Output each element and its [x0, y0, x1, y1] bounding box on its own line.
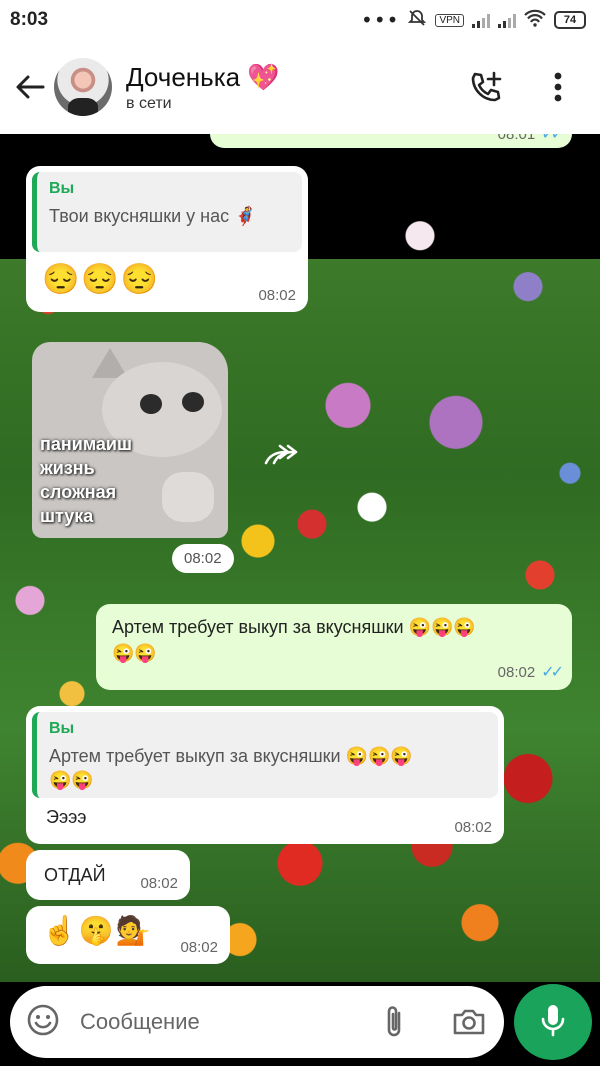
message-input[interactable]	[80, 1009, 350, 1035]
message-incoming[interactable]: ☝️🤫💁 08:02	[26, 906, 230, 964]
battery-icon: 74	[554, 11, 586, 29]
read-checks-icon: ✓✓	[541, 134, 564, 143]
contact-name: Доченька 💖	[126, 62, 280, 92]
quote-author: Вы	[49, 180, 75, 197]
contact-status: в сети	[126, 95, 172, 112]
read-checks-icon: ✓✓	[541, 664, 564, 681]
quote-text: Твои вкусняшки у нас 🦸	[49, 206, 257, 226]
message-time: 08:02	[180, 939, 218, 956]
message-text: Ээээ	[46, 807, 87, 827]
status-time: 8:03	[10, 9, 49, 30]
message-time: 08:01	[497, 134, 536, 143]
sticker-image[interactable]: панимаиш жизнь сложная штука	[32, 342, 228, 538]
signal-icon	[498, 12, 516, 28]
message-incoming-reply[interactable]: Вы Твои вкусняшки у нас 🦸 😔😔😔 08:02	[26, 166, 308, 312]
message-outgoing-partial[interactable]: 08:01 ✓✓	[210, 134, 572, 148]
message-input-bar	[0, 982, 600, 1066]
mic-icon	[538, 1002, 568, 1042]
quote-author: Вы	[49, 720, 75, 737]
status-icons: ••• VPN 74	[361, 8, 586, 32]
message-text: Артем требует выкуп за вкусняшки 😜😜😜 😜😜	[112, 617, 476, 663]
message-incoming[interactable]: ОТДАЙ 08:02	[26, 850, 190, 900]
wifi-icon	[524, 9, 546, 31]
contact-info[interactable]: Доченька 💖 в сети	[126, 61, 280, 113]
back-arrow-icon[interactable]	[10, 67, 50, 107]
avatar[interactable]	[54, 58, 112, 116]
forward-icon[interactable]	[262, 440, 302, 470]
quoted-message[interactable]: Вы Артем требует выкуп за вкусняшки 😜😜😜 …	[32, 712, 498, 798]
quote-text: Артем требует выкуп за вкусняшки 😜😜😜 😜😜	[49, 746, 413, 790]
message-outgoing[interactable]: Артем требует выкуп за вкусняшки 😜😜😜 😜😜 …	[96, 604, 572, 690]
sticker-time: 08:02	[172, 544, 234, 573]
camera-icon[interactable]	[450, 1004, 488, 1040]
heart-emoji: 💖	[247, 62, 280, 92]
message-composer[interactable]	[10, 986, 504, 1058]
signal-icon	[472, 12, 490, 28]
message-time: 08:02	[140, 875, 178, 892]
add-call-icon[interactable]	[468, 69, 504, 105]
mic-button[interactable]	[514, 984, 592, 1060]
attach-icon[interactable]	[378, 1004, 410, 1040]
vpn-icon: VPN	[435, 13, 464, 27]
quoted-message[interactable]: Вы Твои вкусняшки у нас 🦸	[32, 172, 302, 252]
more-vert-icon[interactable]	[540, 69, 576, 105]
more-dots-icon: •••	[361, 8, 400, 32]
message-time: 08:02	[497, 663, 536, 681]
chat-header: Доченька 💖 в сети	[0, 40, 600, 134]
sticker-caption: панимаиш жизнь сложная штука	[40, 434, 132, 526]
chat-area[interactable]: 08:01 ✓✓ Вы Твои вкусняшки у нас 🦸 😔😔😔 0…	[0, 134, 600, 982]
message-time: 08:02	[258, 287, 296, 304]
status-bar: 8:03 ••• VPN 74	[0, 0, 600, 40]
emoji-icon[interactable]	[26, 1003, 60, 1041]
message-time: 08:02	[454, 819, 492, 836]
message-incoming-reply[interactable]: Вы Артем требует выкуп за вкусняшки 😜😜😜 …	[26, 706, 504, 844]
alarm-off-icon	[407, 8, 427, 32]
